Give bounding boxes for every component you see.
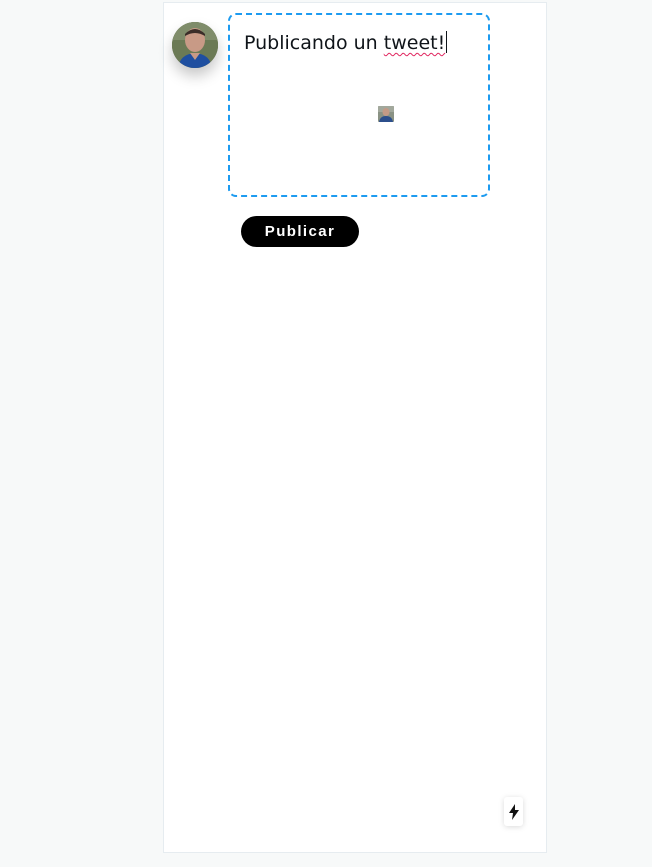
lightning-bolt-icon bbox=[508, 803, 519, 820]
tweet-text-content[interactable]: Publicando un tweet! bbox=[244, 31, 448, 54]
dev-build-indicator[interactable] bbox=[504, 797, 523, 826]
tweet-text-plain: Publicando un bbox=[244, 32, 384, 54]
publish-button[interactable]: Publicar bbox=[241, 216, 359, 247]
user-avatar[interactable] bbox=[172, 22, 218, 68]
avatar-photo-icon bbox=[172, 22, 218, 68]
tweet-text-misspelled-word: tweet! bbox=[383, 32, 446, 54]
tweet-compose-textarea[interactable]: Publicando un tweet! bbox=[228, 13, 490, 197]
text-caret bbox=[446, 31, 448, 53]
image-thumbnail-icon[interactable] bbox=[378, 106, 394, 122]
